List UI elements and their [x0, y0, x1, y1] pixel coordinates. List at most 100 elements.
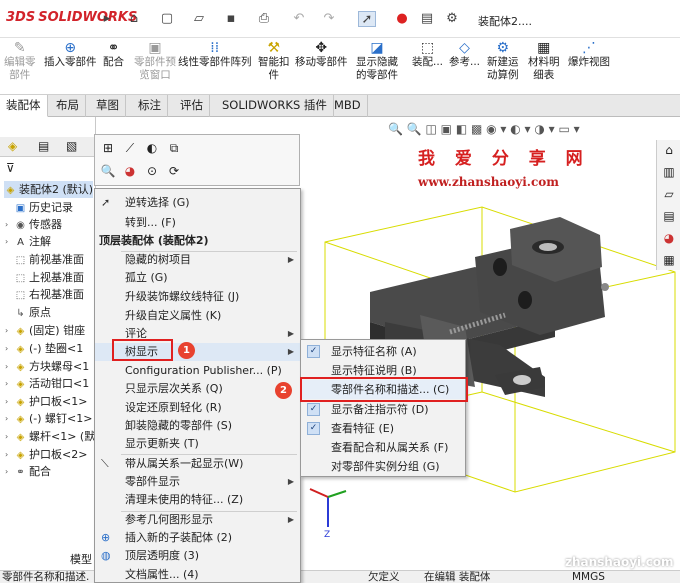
menu-item-show-update-holders[interactable]: 显示更新夹 (T): [95, 435, 300, 453]
tree-item-front-plane[interactable]: ⬚ 前视基准面: [14, 251, 84, 268]
filter-icon[interactable]: ⊽: [6, 161, 15, 175]
insert-component-icon[interactable]: ⊞: [99, 139, 117, 157]
tab-model[interactable]: 模型: [70, 551, 92, 567]
caret-icon[interactable]: ▸: [98, 11, 116, 27]
menu-item-set-resolved-lightweight[interactable]: 设定还原到轻化 (R): [95, 399, 300, 417]
tree-item-mates[interactable]: › ⚭ 配合: [5, 463, 51, 480]
tree-item-component[interactable]: › ◈ (固定) 钳座: [5, 322, 85, 339]
file-explorer-icon[interactable]: ▤: [661, 208, 677, 224]
expand-icon[interactable]: ›: [5, 322, 8, 339]
pin-icon[interactable]: ⟋: [121, 139, 139, 157]
expand-icon[interactable]: ›: [5, 358, 8, 375]
menu-item-isolate[interactable]: 孤立 (G): [95, 269, 300, 287]
property-manager-tab-icon[interactable]: ▤: [38, 139, 49, 153]
options-gear-icon[interactable]: ⚙: [443, 11, 461, 27]
menu-item-clean-unused-features[interactable]: 清理未使用的特征... (Z): [95, 491, 300, 509]
menu-item-document-properties[interactable]: 文档属性... (4): [95, 566, 300, 583]
tree-item-component[interactable]: › ◈ (-) 垫圈<1: [5, 340, 83, 357]
units-selector[interactable]: MMGS: [572, 571, 605, 583]
menu-item-component-display[interactable]: 零部件显示 ▶: [95, 473, 300, 491]
rebuild-icon[interactable]: ⟳: [165, 162, 183, 180]
show-hidden-components-button[interactable]: ◪ 显示隐藏 的零部件: [356, 40, 398, 82]
file-properties-icon[interactable]: ▤: [418, 11, 436, 27]
print-icon[interactable]: ⎙: [255, 11, 273, 27]
traffic-light-icon[interactable]: ●: [393, 11, 411, 27]
open-assembly-icon[interactable]: ⊙: [143, 162, 161, 180]
tab-addins[interactable]: SOLIDWORKS 插件: [216, 95, 334, 117]
tab-markup[interactable]: 标注: [132, 95, 168, 117]
tree-item-top-plane[interactable]: ⬚ 上视基准面: [14, 269, 84, 286]
tree-item-component[interactable]: › ◈ (-) 螺钉<1>: [5, 410, 92, 427]
menu-item-goto[interactable]: 转到... (F): [95, 214, 300, 232]
menu-item-invert-selection[interactable]: ➚ 逆转选择 (G): [95, 194, 300, 212]
submenu-item-group-instances[interactable]: 对零部件实例分组 (G): [301, 457, 465, 476]
appearance-icon[interactable]: ◕: [121, 162, 139, 180]
configuration-manager-tab-icon[interactable]: ▧: [66, 139, 77, 153]
zoom-to-selection-icon[interactable]: 🔍: [99, 162, 117, 180]
open-folder-icon[interactable]: ▱: [190, 11, 208, 27]
expand-icon[interactable]: ›: [5, 375, 8, 392]
home-icon[interactable]: ⌂: [125, 11, 143, 27]
tab-layout[interactable]: 布局: [50, 95, 86, 117]
tree-item-annotations[interactable]: › A 注解: [5, 233, 51, 250]
new-motion-study-button[interactable]: ⚙ 新建运 动算例: [487, 40, 519, 82]
edit-part-button[interactable]: ✎ 编辑零 部件: [4, 40, 36, 82]
select-pointer-icon[interactable]: ➚: [358, 11, 376, 27]
expand-icon[interactable]: ›: [5, 463, 8, 480]
expand-icon[interactable]: ›: [5, 410, 8, 427]
assembly-feature-button[interactable]: ⬚ 装配...: [412, 40, 443, 69]
tree-item-component[interactable]: › ◈ 活动钳口<1: [5, 375, 89, 392]
appearance-icon[interactable]: ◕: [661, 230, 677, 246]
design-library-icon[interactable]: ▱: [661, 186, 677, 202]
feature-manager-tab-icon[interactable]: ◈: [8, 139, 17, 153]
bom-button[interactable]: ▦ 材料明 细表: [528, 40, 560, 82]
redo-icon[interactable]: ↷: [320, 11, 338, 27]
component-preview-button[interactable]: ▣ 零部件预 览窗口: [134, 40, 176, 82]
insert-component-button[interactable]: ⊕ 插入零部件: [44, 40, 97, 69]
tree-item-right-plane[interactable]: ⬚ 右视基准面: [14, 286, 84, 303]
solidworks-logo[interactable]: 3DS SOLIDWORKS: [6, 10, 137, 25]
mate-button[interactable]: ⚭ 配合: [103, 40, 124, 69]
menu-item-reference-geometry-display[interactable]: 参考几何图形显示 ▶: [95, 511, 300, 529]
tree-item-component[interactable]: › ◈ 护口板<2>: [5, 446, 87, 463]
undo-icon[interactable]: ↶: [290, 11, 308, 27]
resources-icon[interactable]: ▥: [661, 164, 677, 180]
save-icon[interactable]: ▪: [222, 11, 240, 27]
submenu-item-show-feature-names[interactable]: ✓ 显示特征名称 (A): [301, 342, 465, 361]
tab-mbd[interactable]: MBD: [328, 95, 368, 117]
expand-icon[interactable]: ›: [5, 340, 8, 357]
reference-geometry-button[interactable]: ◇ 参考...: [449, 40, 480, 69]
submenu-item-view-features[interactable]: ✓ 查看特征 (E): [301, 419, 465, 438]
expand-icon[interactable]: ›: [5, 446, 8, 463]
tree-item-component[interactable]: › ◈ 护口板<1>: [5, 393, 87, 410]
menu-item-configuration-publisher[interactable]: Configuration Publisher... (P): [95, 362, 300, 380]
home-icon[interactable]: ⌂: [661, 142, 677, 158]
tree-item-sensors[interactable]: › ◉ 传感器: [5, 216, 62, 233]
menu-item-upgrade-custom-props[interactable]: 升级自定义属性 (K): [95, 307, 300, 325]
tree-item-history[interactable]: ▣ 历史记录: [14, 199, 73, 216]
menu-item-show-with-dependents[interactable]: ⟍ 带从属关系一起显示(W): [95, 455, 300, 473]
expand-icon[interactable]: ›: [5, 233, 8, 250]
submenu-item-view-mates-dependencies[interactable]: 查看配合和从属关系 (F): [301, 438, 465, 457]
tab-evaluate[interactable]: 评估: [174, 95, 210, 117]
menu-item-unload-hidden[interactable]: 卸装隐藏的零部件 (S): [95, 417, 300, 435]
linear-pattern-button[interactable]: ⁞⁞ 线性零部件阵列: [178, 40, 252, 69]
hide-show-icon[interactable]: ◐: [143, 139, 161, 157]
tree-root[interactable]: ◈ 装配体2 (默认): [4, 181, 94, 198]
menu-item-top-transparency[interactable]: ◍ 顶层透明度 (3): [95, 547, 300, 565]
expand-icon[interactable]: ›: [5, 428, 8, 445]
menu-item-upgrade-cosmetic-thread[interactable]: 升级装饰螺纹线特征 (J): [95, 288, 300, 306]
expand-icon[interactable]: ›: [5, 216, 8, 233]
tab-assembly[interactable]: 装配体: [0, 95, 48, 117]
menu-item-show-hierarchy-only[interactable]: 只显示层次关系 (Q): [95, 380, 300, 398]
new-document-icon[interactable]: ▢: [158, 11, 176, 27]
smart-fastener-button[interactable]: ⚒ 智能扣 件: [258, 40, 290, 82]
tree-item-component[interactable]: › ◈ 方块螺母<1: [5, 358, 89, 375]
tab-sketch[interactable]: 草图: [90, 95, 126, 117]
move-component-button[interactable]: ✥ 移动零部件: [295, 40, 348, 69]
submenu-item-show-comment-indicator[interactable]: ✓ 显示备注指示符 (D): [301, 400, 465, 419]
exploded-view-button[interactable]: ⋰ 爆炸视图: [568, 40, 610, 69]
expand-icon[interactable]: ›: [5, 393, 8, 410]
menu-item-insert-subassembly[interactable]: ⊕ 插入新的子装配体 (2): [95, 529, 300, 547]
transparency-icon[interactable]: ⧉: [165, 139, 183, 157]
